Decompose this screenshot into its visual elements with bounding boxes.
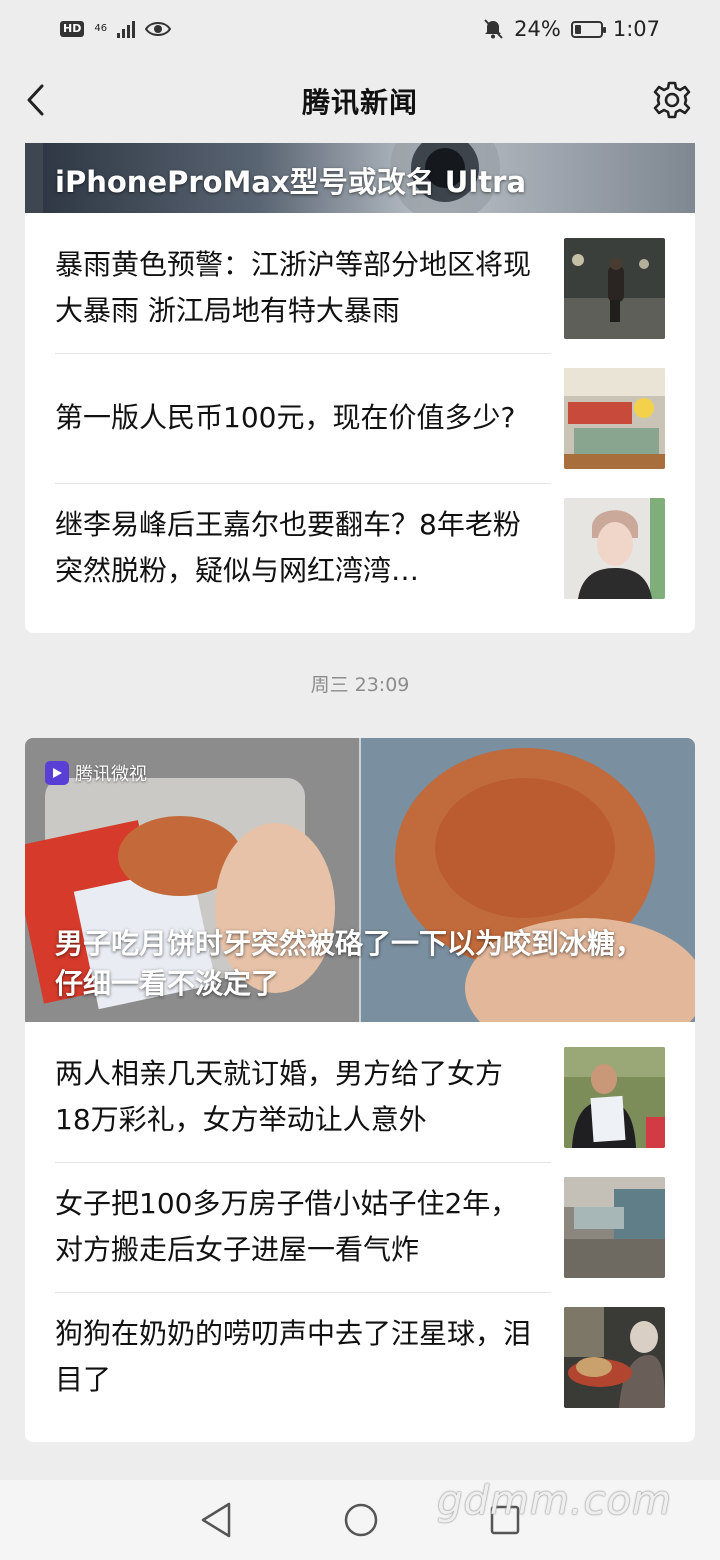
- hd-badge: HD: [60, 21, 85, 37]
- news-title: 暴雨黄色预警：江浙沪等部分地区将现大暴雨 浙江局地有特大暴雨: [55, 248, 532, 327]
- status-left: HD 46: [60, 20, 172, 38]
- title-bar: 腾讯新闻: [0, 58, 720, 144]
- grandma-and-dog-image: [564, 1306, 665, 1408]
- news-title: 女子把100多万房子借小姑子住2年，对方搬走后女子进屋一看气炸: [55, 1187, 519, 1266]
- hero-caption: 男子吃月饼时牙突然被硌了一下以为咬到冰糖，仔细一看不淡定了: [55, 927, 644, 1000]
- back-button[interactable]: [20, 78, 60, 122]
- divider: [55, 483, 551, 484]
- news-item[interactable]: 女子把100多万房子借小姑子住2年，对方搬走后女子进屋一看气炸: [55, 1162, 665, 1292]
- video-source-badge: 腾讯微视: [45, 760, 147, 786]
- hero-article[interactable]: iPhoneProMax型号或改名 Ultra: [25, 143, 695, 213]
- network-label: 46: [94, 23, 108, 34]
- network-type: 46: [94, 24, 107, 34]
- battery-icon: [570, 20, 606, 38]
- news-item[interactable]: 第一版人民币100元，现在价值多少?: [55, 353, 665, 483]
- watermark: gdmm.com: [437, 1478, 672, 1524]
- news-item[interactable]: 继李易峰后王嘉尔也要翻车？8年老粉突然脱粉，疑似与网红湾湾…: [55, 483, 665, 613]
- gear-icon: [653, 81, 691, 119]
- news-title: 第一版人民币100元，现在价值多少?: [55, 401, 516, 434]
- news-thumbnail: [564, 1176, 665, 1278]
- hero-article[interactable]: 腾讯微视 男子吃月饼时牙突然被硌了一下以为咬到冰糖，仔细一看不淡定了: [25, 738, 695, 1022]
- news-thumbnail: [564, 497, 665, 599]
- messy-room-image: [564, 1176, 665, 1278]
- back-arrow-icon: [27, 84, 44, 116]
- news-thumbnail: [564, 367, 665, 469]
- video-source-label: 腾讯微视: [75, 764, 147, 785]
- news-thumbnail: [564, 237, 665, 339]
- news-thumbnail: [564, 1046, 665, 1148]
- clock: 1:07: [612, 17, 660, 41]
- divider: [55, 1292, 551, 1293]
- man-holding-paper-image: [564, 1046, 665, 1148]
- settings-button[interactable]: [652, 80, 692, 120]
- banknote-image: [564, 367, 665, 469]
- divider: [55, 353, 551, 354]
- rainy-street-image: [564, 237, 665, 339]
- status-right: 24% 1:07: [482, 17, 660, 41]
- battery-percent: 24%: [514, 17, 561, 41]
- news-item[interactable]: 暴雨黄色预警：江浙沪等部分地区将现大暴雨 浙江局地有特大暴雨: [55, 223, 665, 353]
- hero-caption: iPhoneProMax型号或改名 Ultra: [55, 165, 527, 199]
- news-thumbnail: [564, 1306, 665, 1408]
- news-title: 继李易峰后王嘉尔也要翻车？8年老粉突然脱粉，疑似与网红湾湾…: [55, 508, 521, 587]
- news-card: iPhoneProMax型号或改名 Ultra 暴雨黄色预警：江浙沪等部分地区将…: [25, 143, 695, 633]
- feed-timestamp: 周三 23:09: [310, 674, 410, 696]
- portrait-image: [564, 497, 665, 599]
- battery-level: [574, 24, 581, 34]
- news-feed[interactable]: iPhoneProMax型号或改名 Ultra 暴雨黄色预警：江浙沪等部分地区将…: [0, 143, 720, 1480]
- divider: [55, 1162, 551, 1163]
- news-item[interactable]: 狗狗在奶奶的唠叨声中去了汪星球，泪目了: [55, 1292, 665, 1422]
- signal-icon: [117, 20, 136, 38]
- status-bar: HD 46 24% 1:07: [0, 0, 720, 58]
- video-play-icon: [45, 761, 69, 785]
- page-title: 腾讯新闻: [301, 86, 418, 119]
- triangle-back-icon[interactable]: [199, 1501, 233, 1539]
- news-card: 腾讯微视 男子吃月饼时牙突然被硌了一下以为咬到冰糖，仔细一看不淡定了 两人相亲几…: [25, 738, 695, 1442]
- circle-home-icon[interactable]: [343, 1502, 379, 1538]
- news-item[interactable]: 两人相亲几天就订婚，男方给了女方18万彩礼，女方举动让人意外: [55, 1032, 665, 1162]
- news-title: 狗狗在奶奶的唠叨声中去了汪星球，泪目了: [55, 1317, 532, 1396]
- eye-icon: [145, 22, 172, 36]
- news-title: 两人相亲几天就订婚，男方给了女方18万彩礼，女方举动让人意外: [55, 1057, 504, 1136]
- bell-off-icon: [484, 19, 503, 39]
